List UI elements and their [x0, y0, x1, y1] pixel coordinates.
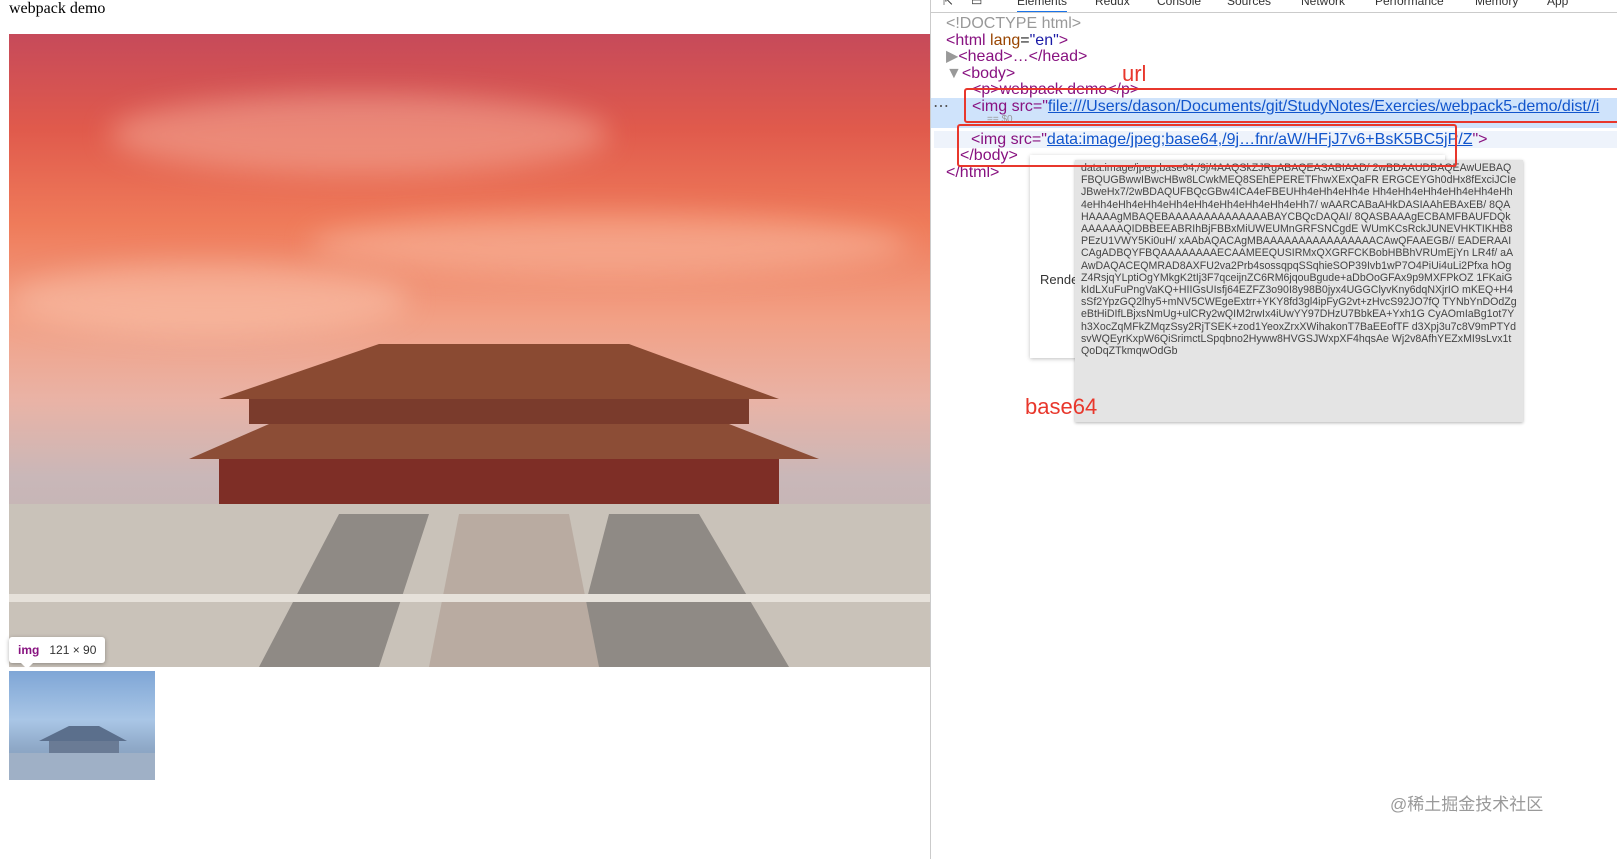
tab-memory[interactable]: Memory: [1475, 0, 1518, 8]
inspect-tooltip: img 121 × 90: [9, 637, 106, 669]
dom-html[interactable]: <html lang="en">: [946, 32, 1068, 49]
tab-redux[interactable]: Redux: [1095, 0, 1130, 8]
expand-arrow-icon[interactable]: ▶: [946, 48, 958, 65]
url-annotation: url: [1122, 61, 1147, 86]
inspect-icon[interactable]: ⇱: [943, 0, 953, 8]
device-toggle-icon[interactable]: ▭: [971, 0, 982, 8]
lang-attr: lang: [990, 32, 1021, 49]
img-tag-end: ">: [1472, 131, 1488, 148]
collapse-arrow-icon[interactable]: ▼: [946, 65, 962, 82]
browser-page: webpack demo img 121 × 90: [0, 0, 930, 859]
tab-elements[interactable]: Elements: [1017, 0, 1068, 12]
base64-highlight-box: [957, 124, 1457, 167]
palace-thumbnail: [9, 726, 155, 780]
palace-illustration: [9, 344, 930, 667]
tooltip-tag: img: [18, 643, 40, 657]
more-icon[interactable]: ⋯: [933, 98, 949, 115]
rendered-label: Rende: [1040, 272, 1079, 287]
page-title: webpack demo: [9, 0, 106, 17]
url-highlight-box: [964, 88, 1617, 123]
forbidden-city-image-base64[interactable]: [9, 671, 155, 780]
tab-console[interactable]: Console: [1157, 0, 1201, 8]
lang-value: "en": [1029, 32, 1059, 49]
dom-head[interactable]: ▶<head>…</head>: [946, 48, 1087, 65]
dom-body[interactable]: ▼<body>: [946, 65, 1015, 82]
html-tag: <html: [946, 32, 986, 49]
base64-annotation: base64: [1025, 394, 1098, 419]
tab-network[interactable]: Network: [1301, 0, 1345, 8]
tab-sources[interactable]: Sources: [1227, 0, 1271, 8]
devtools-tabs: ⇱ ▭ Elements Redux Console Sources Netwo…: [931, 0, 1617, 13]
tooltip-size: 121 × 90: [49, 643, 97, 657]
forbidden-city-image-url[interactable]: [9, 34, 930, 667]
base64-tooltip: data:image/jpeg;base64,/9j/4AAQSkZJRgABA…: [1075, 160, 1523, 422]
head-tag: <head>…</head>: [958, 48, 1088, 65]
dom-doctype[interactable]: <!DOCTYPE html>: [946, 15, 1081, 32]
body-tag: <body>: [961, 65, 1016, 82]
tab-performance[interactable]: Performance: [1375, 0, 1444, 8]
tab-application[interactable]: App: [1547, 0, 1568, 8]
watermark: @稀土掘金技术社区: [1390, 795, 1544, 814]
